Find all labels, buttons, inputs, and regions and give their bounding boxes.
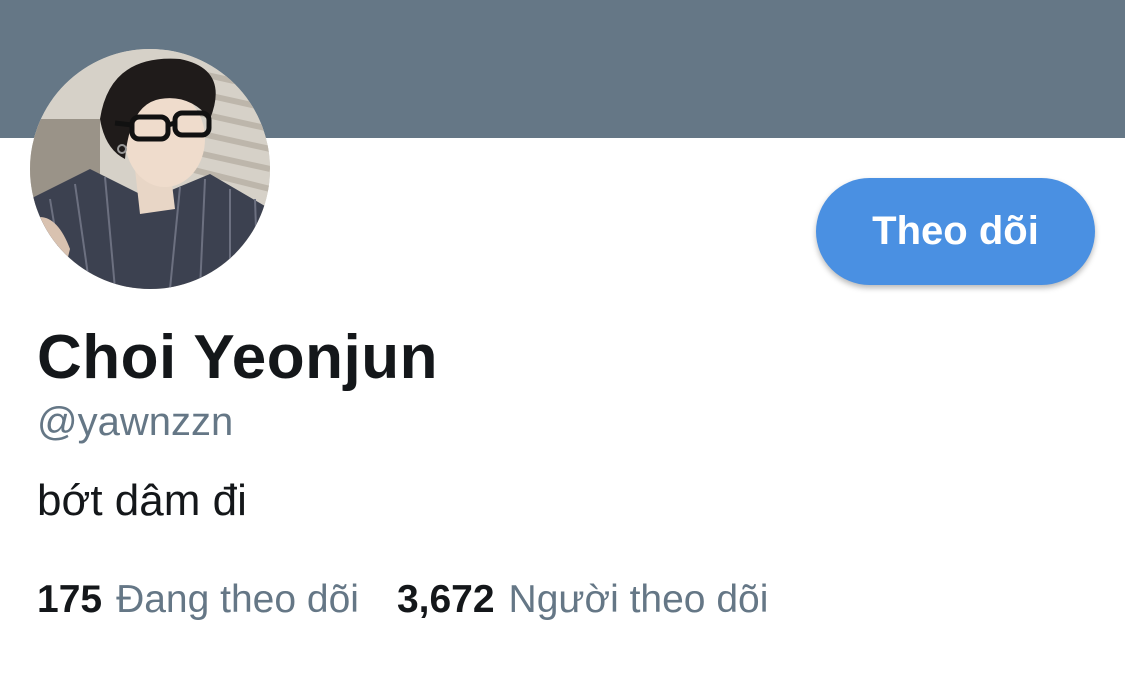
following-count: 175 [37, 578, 103, 621]
profile-display-name: Choi Yeonjun [37, 323, 438, 392]
followers-stat-link[interactable]: 3,672 Người theo dõi [397, 578, 768, 622]
followers-count: 3,672 [396, 578, 495, 621]
follow-button[interactable]: Theo dõi [816, 178, 1095, 285]
following-label: Đang theo dõi [116, 578, 359, 621]
profile-stats: 175 Đang theo dõi 3,672 Người theo dõi [37, 578, 806, 622]
profile-bio: bớt dâm đi [37, 476, 247, 525]
avatar-photo-icon [30, 49, 270, 289]
followers-label: Người theo dõi [508, 578, 769, 621]
profile-avatar[interactable] [30, 49, 270, 289]
following-stat-link[interactable]: 175 Đang theo dõi [37, 578, 359, 622]
profile-page: Theo dõi Choi Yeonjun @yawnzzn bớt dâm đ… [0, 0, 1125, 677]
profile-handle: @yawnzzn [37, 400, 234, 444]
